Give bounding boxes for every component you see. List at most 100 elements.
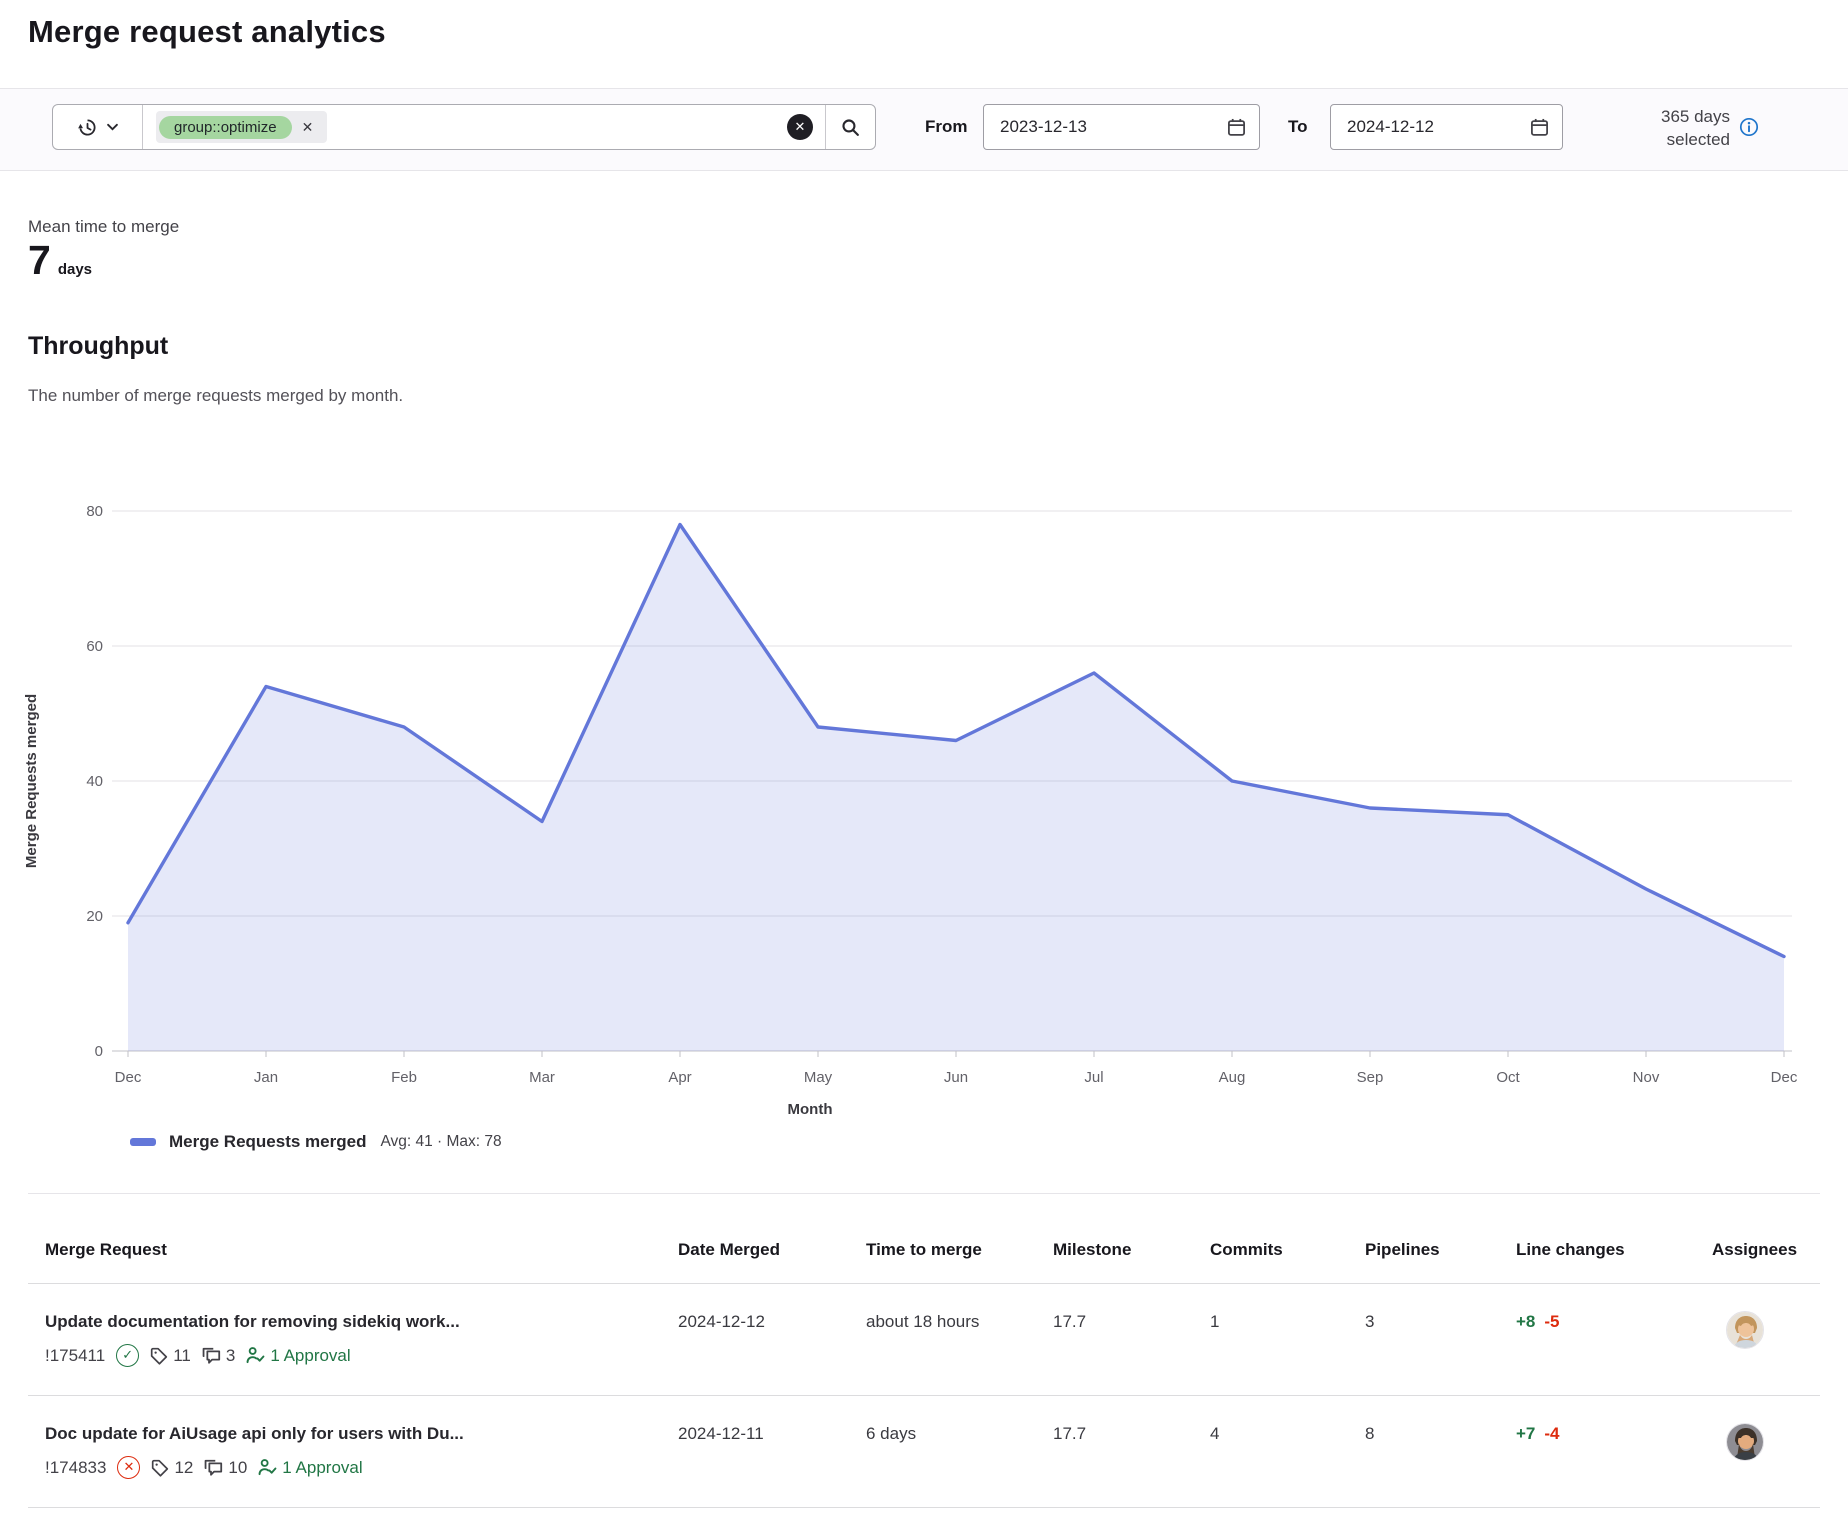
svg-text:May: May [804,1069,833,1086]
metric-number: 7 [28,237,51,284]
info-icon[interactable] [1739,117,1759,137]
throughput-area-chart: 0 20 40 60 80 Dec Jan Feb Mar Apr May Jun Jul Aug Sep O… [0,425,1848,1125]
legend-series-stats: Avg: 41 · Max: 78 [380,1133,501,1151]
filter-token-label: group::optimize [159,116,292,139]
filter-token[interactable]: group::optimize ✕ [156,111,327,143]
legend-series-label: Merge Requests merged [169,1132,366,1152]
history-icon [77,117,98,138]
svg-text:Jan: Jan [254,1069,278,1086]
assignees-cell [1712,1284,1820,1395]
svg-text:Apr: Apr [668,1069,691,1086]
filtered-search-input[interactable]: group::optimize ✕ [143,105,787,149]
metric-unit: days [58,261,92,278]
label-icon [150,1347,168,1365]
svg-text:40: 40 [86,773,103,790]
days-selected-text: 365 days selected [1570,106,1730,152]
comments-count: 3 [202,1345,235,1367]
commits-cell: 4 [1210,1396,1365,1507]
assignee-avatar[interactable] [1726,1423,1764,1461]
to-label: To [1288,117,1308,137]
svg-text:Feb: Feb [391,1069,417,1086]
milestone-cell: 17.7 [1053,1396,1210,1507]
date-from-input[interactable]: 2023-12-13 [983,104,1260,150]
assignee-avatar[interactable] [1726,1311,1764,1349]
pipeline-status-icon[interactable]: ✕ [117,1456,140,1479]
date-merged-cell: 2024-12-12 [678,1284,866,1395]
mr-id[interactable]: !175411 [45,1345,105,1367]
legend-series-swatch [130,1138,156,1146]
svg-text:Aug: Aug [1219,1069,1246,1086]
throughput-heading: Throughput [28,332,168,361]
deletions: -5 [1544,1312,1559,1331]
col-merge-request: Merge Request [45,1194,678,1283]
col-commits: Commits [1210,1194,1365,1283]
from-label: From [925,117,968,137]
approval-icon [246,1346,265,1365]
milestone-cell: 17.7 [1053,1284,1210,1395]
mr-id[interactable]: !174833 [45,1457,106,1479]
approval-icon [258,1458,277,1477]
labels-count: 12 [151,1457,193,1479]
search-button[interactable] [825,105,875,149]
mr-title-link[interactable]: Update documentation for removing sideki… [45,1311,654,1333]
calendar-icon [1530,118,1549,137]
comments-count: 10 [204,1457,247,1479]
svg-text:Oct: Oct [1496,1069,1520,1086]
additions: +7 [1516,1424,1535,1443]
mr-title-link[interactable]: Doc update for AiUsage api only for user… [45,1423,654,1445]
filtered-search-box[interactable]: group::optimize ✕ ✕ [52,104,876,150]
throughput-description: The number of merge requests merged by m… [28,386,403,406]
chart-legend: Merge Requests merged Avg: 41 · Max: 78 [130,1132,502,1152]
svg-text:Dec: Dec [1771,1069,1798,1086]
table-row: Update documentation for removing sideki… [28,1284,1820,1396]
table-row: Doc update for AiUsage api only for user… [28,1396,1820,1508]
svg-text:Month: Month [788,1101,833,1118]
date-merged-cell: 2024-12-11 [678,1396,866,1507]
svg-text:Dec: Dec [115,1069,142,1086]
comments-icon [202,1346,221,1365]
commits-cell: 1 [1210,1284,1365,1395]
deletions: -4 [1544,1424,1559,1443]
col-pipelines: Pipelines [1365,1194,1516,1283]
svg-text:Jun: Jun [944,1069,968,1086]
remove-token-button[interactable]: ✕ [292,119,324,136]
search-icon [841,118,860,137]
svg-text:0: 0 [95,1043,103,1060]
line-changes-cell: +8 -5 [1516,1284,1712,1395]
date-to-value: 2024-12-12 [1347,117,1434,137]
svg-text:Jul: Jul [1084,1069,1103,1086]
svg-text:Nov: Nov [1633,1069,1660,1086]
time-to-merge-cell: 6 days [866,1396,1053,1507]
svg-text:Merge Requests merged: Merge Requests merged [23,694,40,868]
table-header-row: Merge Request Date Merged Time to merge … [28,1194,1820,1284]
svg-text:80: 80 [86,503,103,520]
mean-time-to-merge-label: Mean time to merge [28,217,179,237]
date-to-input[interactable]: 2024-12-12 [1330,104,1563,150]
comments-icon [204,1458,223,1477]
col-date-merged: Date Merged [678,1194,866,1283]
line-changes-cell: +7 -4 [1516,1396,1712,1507]
col-line-changes: Line changes [1516,1194,1712,1283]
assignees-cell [1712,1396,1820,1507]
svg-text:Sep: Sep [1357,1069,1384,1086]
page-title: Merge request analytics [28,14,386,50]
col-time-to-merge: Time to merge [866,1194,1053,1283]
pipelines-cell: 8 [1365,1396,1516,1507]
clear-search-button[interactable]: ✕ [787,114,813,140]
svg-text:20: 20 [86,908,103,925]
col-assignees: Assignees [1712,1194,1821,1283]
svg-text:60: 60 [86,638,103,655]
svg-text:Mar: Mar [529,1069,555,1086]
col-milestone: Milestone [1053,1194,1210,1283]
mean-time-to-merge-value: 7 days [28,237,92,284]
calendar-icon [1227,118,1246,137]
labels-count: 11 [150,1345,191,1367]
chevron-down-icon [107,123,118,131]
merge-request-cell: Doc update for AiUsage api only for user… [45,1396,678,1507]
additions: +8 [1516,1312,1535,1331]
pipeline-status-icon[interactable]: ✓ [116,1344,139,1367]
approvals: 1 Approval [246,1345,350,1367]
search-history-button[interactable] [53,105,143,149]
pipelines-cell: 3 [1365,1284,1516,1395]
date-from-value: 2023-12-13 [1000,117,1087,137]
